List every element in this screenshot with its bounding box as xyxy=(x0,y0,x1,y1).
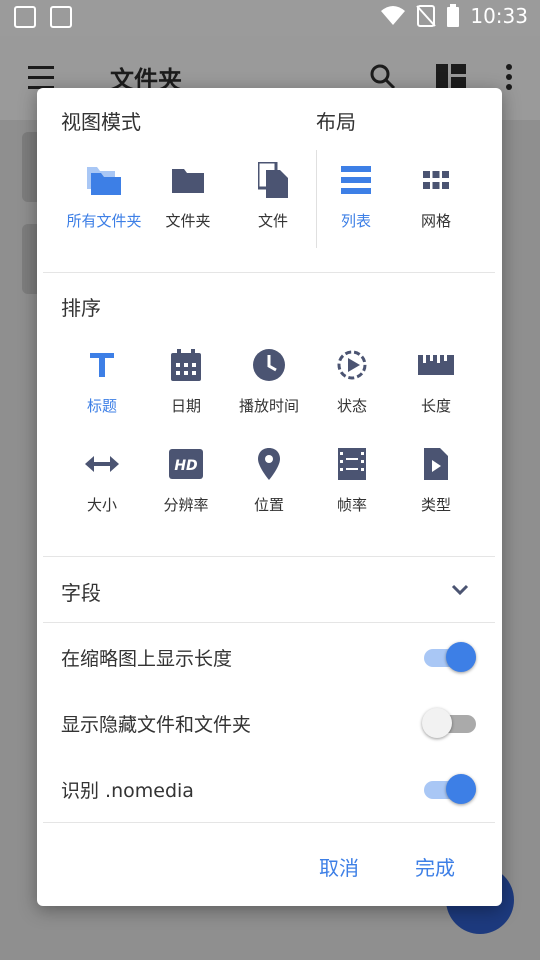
option-label: 大小 xyxy=(86,496,117,514)
resize-arrows-icon xyxy=(85,456,119,472)
layout-title: 布局 xyxy=(316,110,356,134)
layout-list[interactable]: 列表 xyxy=(316,160,396,231)
toggle-label-show-length: 在缩略图上显示长度 xyxy=(61,648,233,670)
ruler-icon xyxy=(418,355,454,375)
title-T-icon xyxy=(90,353,114,377)
calendar-icon xyxy=(171,349,201,381)
toggle-label-show-hidden: 显示隐藏文件和文件夹 xyxy=(61,714,252,736)
option-label: 标题 xyxy=(86,397,117,415)
sort-playtime-option[interactable]: 播放时间 xyxy=(229,345,309,416)
location-pin-icon xyxy=(258,448,280,480)
option-label: 位置 xyxy=(253,496,284,514)
done-button[interactable]: 完成 xyxy=(415,852,455,881)
sort-date-option[interactable]: 日期 xyxy=(146,345,226,416)
divider xyxy=(43,556,495,557)
sort-status-option[interactable]: 状态 xyxy=(312,345,392,416)
toggle-show-hidden[interactable] xyxy=(422,706,478,740)
view-options-dialog: 视图模式 布局 所有文件夹 文件夹 文件 列表 网格 排序 标题 日期 播放时间… xyxy=(37,88,502,906)
layout-icon[interactable] xyxy=(436,64,466,90)
view-mode-title: 视图模式 xyxy=(61,110,141,134)
video-file-icon xyxy=(424,448,448,480)
option-label: 状态 xyxy=(336,397,367,415)
clock-icon xyxy=(253,349,285,381)
toggle-show-length[interactable] xyxy=(422,640,478,674)
option-label: 长度 xyxy=(420,397,451,415)
divider xyxy=(43,822,495,823)
sort-title-option[interactable]: 标题 xyxy=(62,345,142,416)
view-mode-files[interactable]: 文件 xyxy=(233,160,313,231)
option-label: 文件夹 xyxy=(165,212,211,230)
option-label: 类型 xyxy=(420,496,451,514)
film-icon xyxy=(338,448,366,480)
toggle-nomedia[interactable] xyxy=(422,772,478,806)
folder-icon xyxy=(172,169,204,193)
status-bar: 10:33 xyxy=(0,0,540,36)
play-status-icon xyxy=(337,350,367,380)
view-mode-folders[interactable]: 文件夹 xyxy=(148,160,228,231)
toggle-label-nomedia: 识别 .nomedia xyxy=(61,780,194,802)
divider xyxy=(43,622,495,623)
sort-resolution-option[interactable]: HD 分辨率 xyxy=(146,444,226,515)
sort-length-option[interactable]: 长度 xyxy=(396,345,476,416)
svg-text:HD: HD xyxy=(174,458,197,474)
option-label: 所有文件夹 xyxy=(66,212,142,230)
search-icon[interactable] xyxy=(370,64,396,90)
sort-size-option[interactable]: 大小 xyxy=(62,444,142,515)
chevron-down-icon[interactable] xyxy=(451,584,469,596)
file-copy-icon xyxy=(258,162,288,198)
sort-title: 排序 xyxy=(61,296,101,320)
battery-icon xyxy=(447,4,460,27)
sort-location-option[interactable]: 位置 xyxy=(229,444,309,515)
font-icon xyxy=(50,6,72,28)
more-options-icon[interactable] xyxy=(506,64,512,90)
option-label: 文件 xyxy=(257,212,288,230)
option-label: 网格 xyxy=(420,212,451,230)
fields-title: 字段 xyxy=(61,581,101,605)
wifi-icon xyxy=(381,6,406,25)
cancel-button[interactable]: 取消 xyxy=(319,852,359,881)
no-sim-icon xyxy=(416,5,437,27)
image-icon xyxy=(14,6,36,28)
divider xyxy=(43,272,495,273)
sort-type-option[interactable]: 类型 xyxy=(396,444,476,515)
status-time: 10:33 xyxy=(470,4,528,28)
grid-icon xyxy=(423,171,449,189)
layout-grid[interactable]: 网格 xyxy=(396,160,476,231)
option-label: 日期 xyxy=(170,397,201,415)
hd-icon: HD xyxy=(169,449,203,479)
folders-icon xyxy=(87,167,121,195)
list-icon xyxy=(341,166,371,194)
option-label: 播放时间 xyxy=(238,397,299,415)
option-label: 帧率 xyxy=(336,496,367,514)
option-label: 分辨率 xyxy=(163,496,209,514)
view-mode-all-folders[interactable]: 所有文件夹 xyxy=(64,160,144,231)
sort-framerate-option[interactable]: 帧率 xyxy=(312,444,392,515)
option-label: 列表 xyxy=(340,212,371,230)
